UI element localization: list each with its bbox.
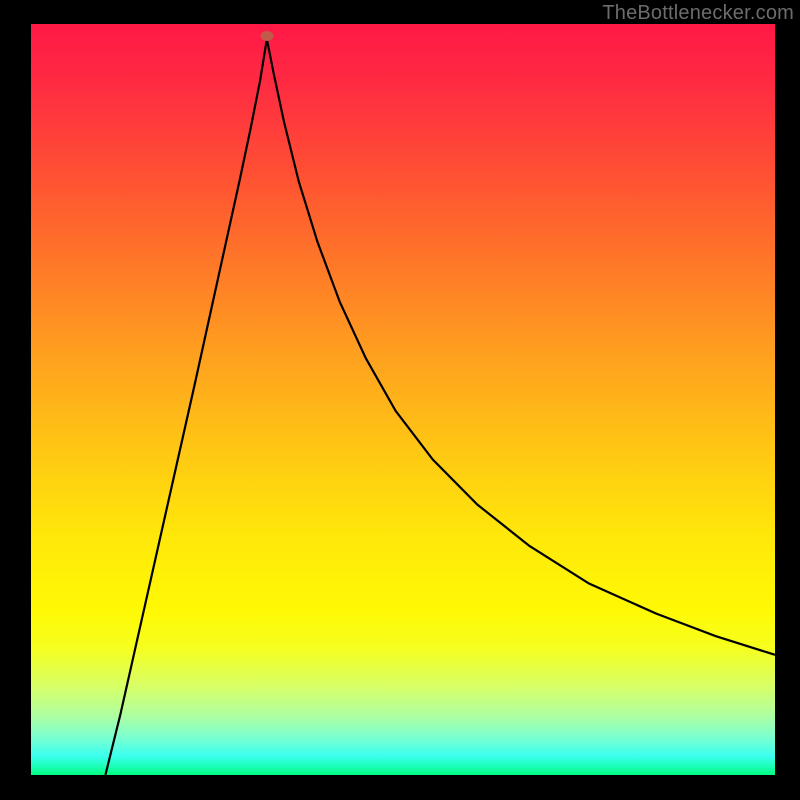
chart-frame: TheBottlenecker.com	[0, 0, 800, 800]
attribution-label: TheBottlenecker.com	[602, 2, 794, 25]
optimal-point-marker	[260, 31, 273, 41]
plot-area	[31, 24, 775, 775]
bottleneck-curve	[31, 24, 775, 775]
